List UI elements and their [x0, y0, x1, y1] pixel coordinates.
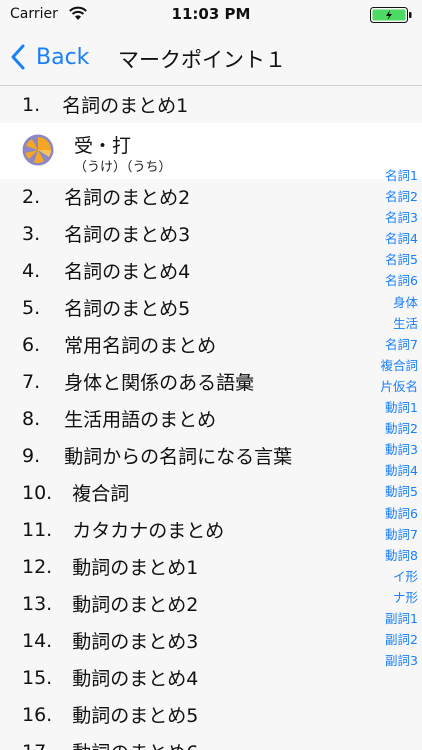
list-item[interactable]: 9. 動詞からの名詞になる言葉	[0, 437, 422, 474]
index-item-meishi6[interactable]: 名詞6	[366, 270, 422, 291]
item-number: 6.	[22, 333, 41, 356]
item-number: 10.	[22, 481, 53, 504]
navigation-bar: Back マークポイント１	[0, 30, 422, 86]
expanded-subitem[interactable]: 受・打 （うけ）（うち）	[0, 123, 422, 179]
list-item[interactable]: 4. 名詞のまとめ4	[0, 252, 422, 289]
list-item[interactable]: 7. 身体と関係のある語彙	[0, 363, 422, 400]
section-index[interactable]: 名詞1 名詞2 名詞3 名詞4 名詞5 名詞6 身体 生活 名詞7 複合詞 片仮…	[366, 165, 422, 671]
index-item-fukugoshi[interactable]: 複合詞	[366, 355, 422, 376]
item-label: 動詞のまとめ5	[72, 705, 199, 727]
list-item[interactable]: 1. 名詞のまとめ1	[0, 86, 422, 123]
item-label: 身体と関係のある語彙	[64, 372, 255, 394]
index-item-meishi7[interactable]: 名詞7	[366, 334, 422, 355]
index-item-fukushi1[interactable]: 副詞1	[366, 608, 422, 629]
index-item-doushi4[interactable]: 動詞4	[366, 460, 422, 481]
item-number: 14.	[22, 629, 53, 652]
chevron-left-icon	[11, 44, 25, 70]
index-item-fukushi3[interactable]: 副詞3	[366, 650, 422, 671]
battery-icon	[370, 7, 412, 23]
list-item[interactable]: 13. 動詞のまとめ2	[0, 585, 422, 622]
subitem-reading: （うけ）（うち）	[74, 160, 172, 175]
back-button[interactable]: Back	[10, 40, 89, 74]
list-item[interactable]: 2. 名詞のまとめ2	[0, 178, 422, 215]
index-item-doushi3[interactable]: 動詞3	[366, 439, 422, 460]
index-item-meishi2[interactable]: 名詞2	[366, 186, 422, 207]
item-label: 名詞のまとめ1	[62, 95, 189, 117]
item-number: 4.	[22, 259, 41, 282]
list-item[interactable]: 12. 動詞のまとめ1	[0, 548, 422, 585]
lesson-list: 1. 名詞のまとめ1 受・打 （うけ）（うち） 2. 名詞のまとめ2 3. 名詞…	[0, 86, 422, 750]
index-item-katakana[interactable]: 片仮名	[366, 376, 422, 397]
item-number: 16.	[22, 703, 53, 726]
index-item-doushi6[interactable]: 動詞6	[366, 503, 422, 524]
index-item-doushi7[interactable]: 動詞7	[366, 524, 422, 545]
item-number: 2.	[22, 185, 41, 208]
back-button-label: Back	[36, 44, 90, 70]
index-item-doushi1[interactable]: 動詞1	[366, 397, 422, 418]
item-label: 動詞のまとめ2	[72, 594, 199, 616]
item-number: 8.	[22, 407, 41, 430]
index-item-seikatsu[interactable]: 生活	[366, 313, 422, 334]
index-item-doushi5[interactable]: 動詞5	[366, 481, 422, 502]
index-item-meishi3[interactable]: 名詞3	[366, 207, 422, 228]
item-number: 13.	[22, 592, 53, 615]
subitem-title: 受・打	[74, 135, 132, 157]
list-item[interactable]: 15. 動詞のまとめ4	[0, 659, 422, 696]
list-item[interactable]: 11. カタカナのまとめ	[0, 511, 422, 548]
item-label: 動詞からの名詞になる言葉	[64, 446, 293, 468]
item-number: 3.	[22, 222, 41, 245]
item-number: 1.	[22, 93, 41, 116]
item-number: 15.	[22, 666, 53, 689]
status-bar: Carrier 11:03 PM	[0, 0, 422, 30]
item-label: 動詞のまとめ4	[72, 668, 199, 690]
index-item-meishi1[interactable]: 名詞1	[366, 165, 422, 186]
list-item[interactable]: 3. 名詞のまとめ3	[0, 215, 422, 252]
index-item-meishi4[interactable]: 名詞4	[366, 228, 422, 249]
index-item-shintai[interactable]: 身体	[366, 292, 422, 313]
list-item[interactable]: 6. 常用名詞のまとめ	[0, 326, 422, 363]
list-item[interactable]: 17. 動詞のまとめ6	[0, 733, 422, 750]
item-number: 12.	[22, 555, 53, 578]
item-label: 複合詞	[72, 483, 130, 505]
item-label: 動詞のまとめ6	[72, 738, 198, 750]
orange-circle-icon	[22, 134, 54, 166]
list-item[interactable]: 16. 動詞のまとめ5	[0, 696, 422, 733]
item-label: 名詞のまとめ4	[64, 261, 191, 283]
item-number: 7.	[22, 370, 41, 393]
item-number: 5.	[22, 296, 41, 319]
item-number: 17.	[22, 741, 52, 750]
item-label: 動詞のまとめ3	[72, 631, 199, 653]
item-label: 名詞のまとめ5	[64, 298, 191, 320]
item-label: カタカナのまとめ	[72, 520, 225, 542]
index-item-na-adjective[interactable]: ナ形	[366, 587, 422, 608]
list-item[interactable]: 14. 動詞のまとめ3	[0, 622, 422, 659]
item-label: 名詞のまとめ3	[64, 224, 191, 246]
item-label: 生活用語のまとめ	[64, 409, 217, 431]
index-item-i-adjective[interactable]: イ形	[366, 566, 422, 587]
index-item-doushi8[interactable]: 動詞8	[366, 545, 422, 566]
list-item[interactable]: 8. 生活用語のまとめ	[0, 400, 422, 437]
item-label: 名詞のまとめ2	[64, 187, 191, 209]
index-item-meishi5[interactable]: 名詞5	[366, 249, 422, 270]
item-label: 動詞のまとめ1	[72, 557, 199, 579]
list-item[interactable]: 10. 複合詞	[0, 474, 422, 511]
clock: 11:03 PM	[171, 5, 251, 23]
page-title: マークポイント１	[118, 48, 286, 72]
item-number: 11.	[22, 518, 53, 541]
item-number: 9.	[22, 444, 41, 467]
item-label: 常用名詞のまとめ	[64, 335, 217, 357]
list-item[interactable]: 5. 名詞のまとめ5	[0, 289, 422, 326]
index-item-fukushi2[interactable]: 副詞2	[366, 629, 422, 650]
index-item-doushi2[interactable]: 動詞2	[366, 418, 422, 439]
